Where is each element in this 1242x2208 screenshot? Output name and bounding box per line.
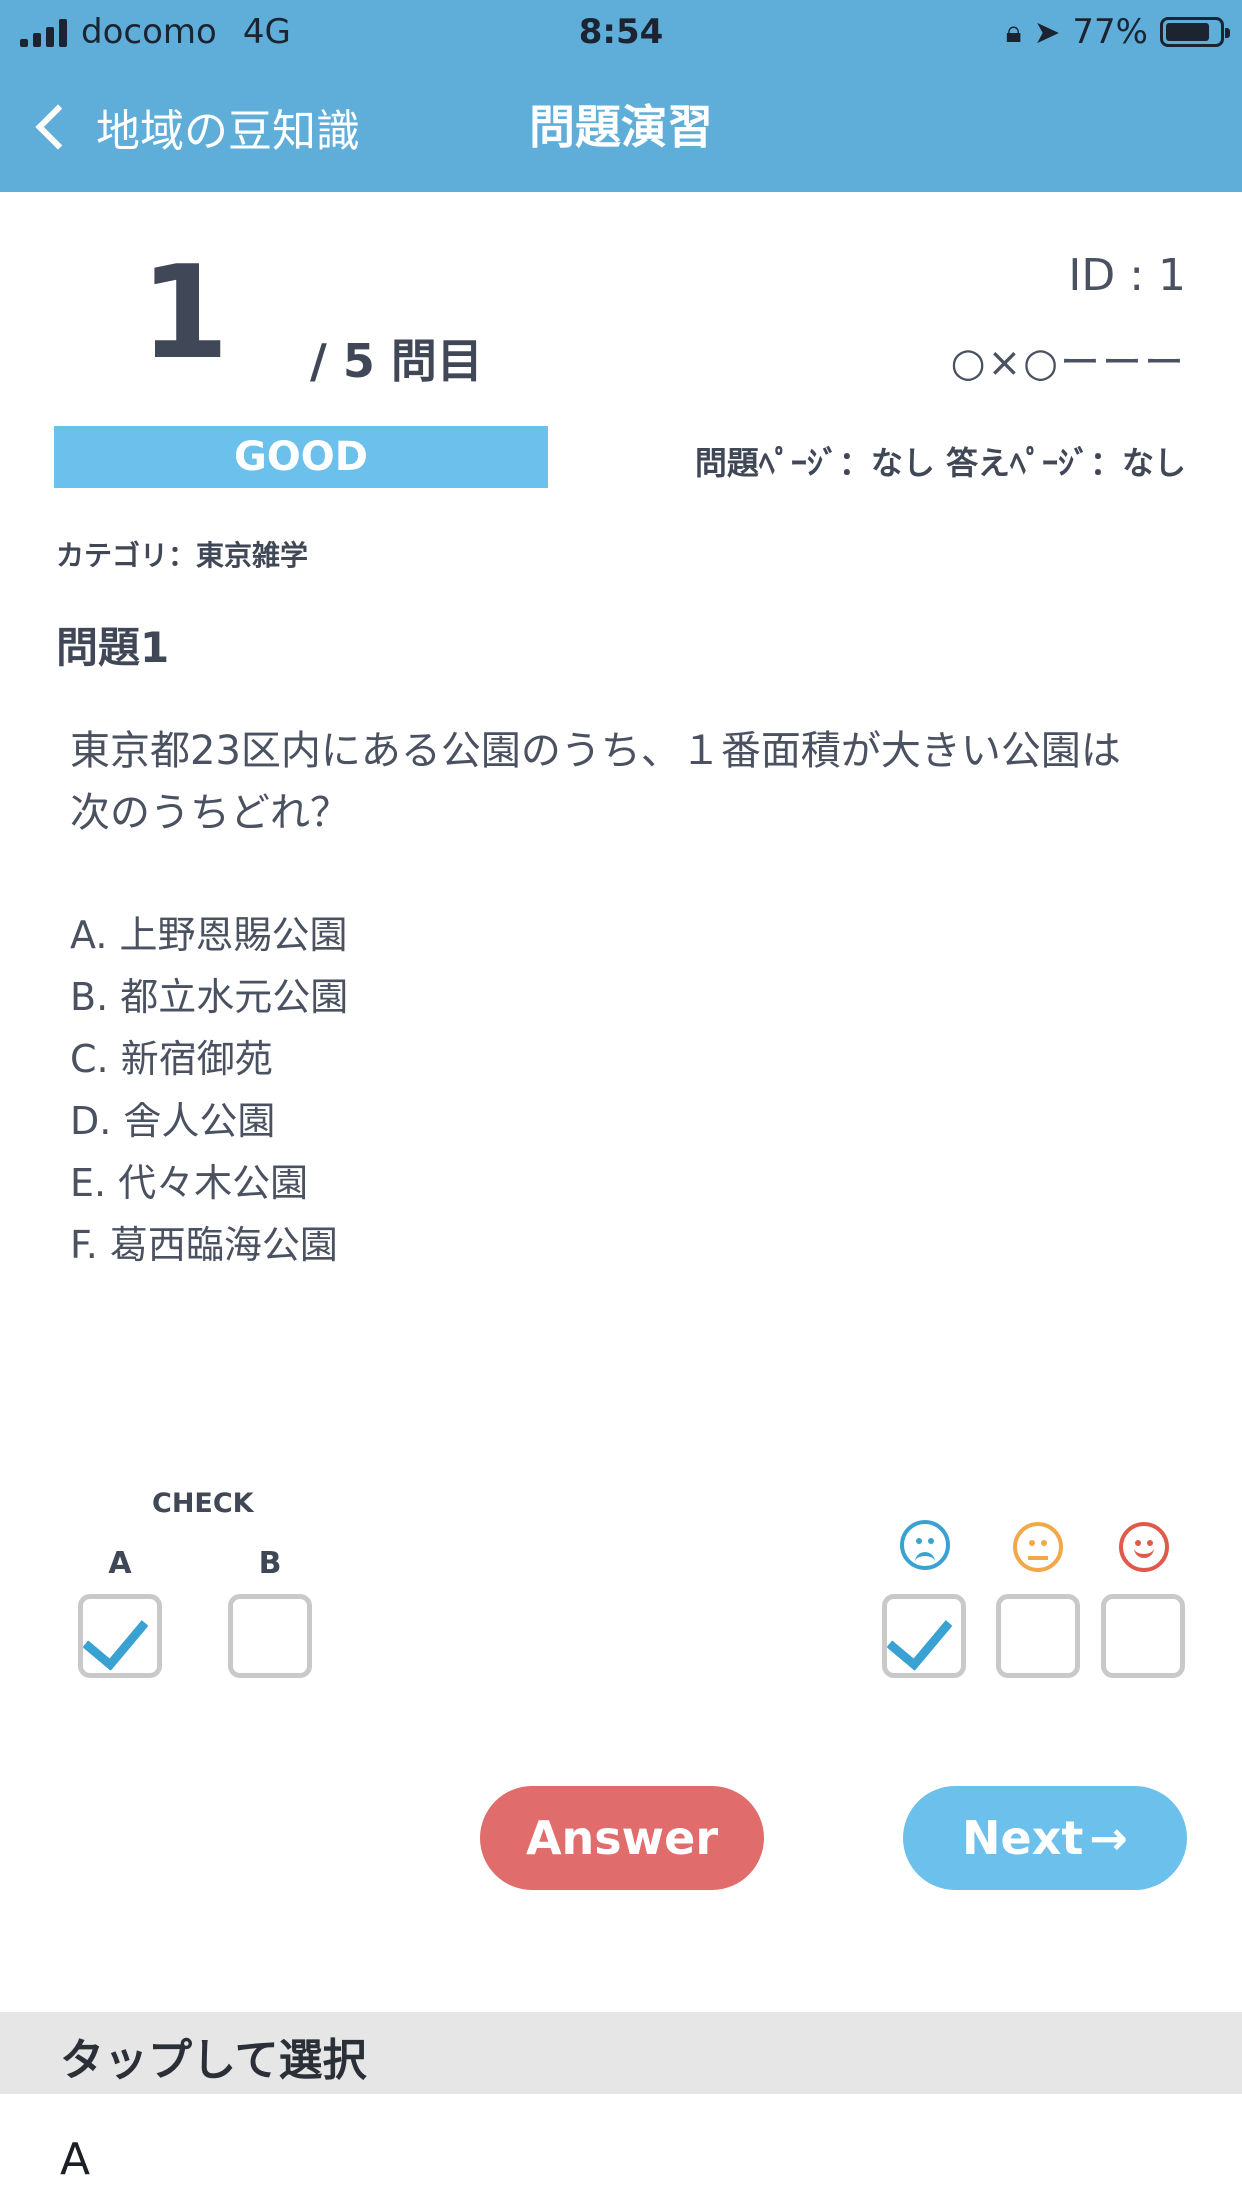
check-heading: CHECK — [152, 1488, 254, 1519]
check-label-a: A — [108, 1546, 132, 1581]
battery-label: 77% — [1072, 12, 1148, 52]
arrow-right-icon: → — [1089, 1811, 1128, 1865]
check-checkbox-b[interactable] — [228, 1594, 312, 1678]
answer-button[interactable]: Answer — [480, 1786, 764, 1890]
check-checkbox-a[interactable] — [78, 1594, 162, 1678]
question-title: 問題1 — [56, 623, 170, 672]
picker-title: タップして選択 — [60, 2035, 367, 2086]
choice-item: F. 葛西臨海公園 — [70, 1223, 338, 1267]
rotation-lock-icon: 🔒︎ — [1005, 14, 1022, 50]
battery-icon — [1160, 17, 1230, 47]
question-number: 1 — [140, 239, 230, 388]
feeling-checkbox-sad[interactable] — [882, 1594, 966, 1678]
status-right: 🔒︎ ➤ 77% — [1005, 10, 1230, 54]
sad-face-icon — [900, 1520, 950, 1570]
question-text-line: 次のうちどれ？ — [70, 790, 350, 836]
next-label: Next — [962, 1811, 1084, 1865]
question-id: ID : 1 — [1068, 250, 1186, 301]
choice-list: A. 上野恩賜公園 B. 都立水元公園 C. 新宿御苑 D. 舎人公園 E. 代… — [70, 904, 348, 1276]
next-button[interactable]: Next → — [903, 1786, 1187, 1890]
choice-item: A. 上野恩賜公園 — [70, 913, 348, 957]
choice-item: E. 代々木公園 — [70, 1161, 309, 1205]
checkmark-icon — [82, 1602, 149, 1671]
question-text: 東京都23区内にある公園のうち、１番面積が大きい公園は 次のうちどれ？ — [70, 720, 1190, 844]
question-text-line: 東京都23区内にある公園のうち、１番面積が大きい公園は — [70, 728, 1121, 774]
page-reference: 問題ﾍﾟｰｼﾞ：なし 答えﾍﾟｰｼﾞ：なし — [694, 444, 1186, 482]
choice-item: B. 都立水元公園 — [70, 975, 349, 1019]
neutral-face-icon — [1013, 1522, 1063, 1572]
page-title: 問題演習 — [529, 100, 713, 154]
location-icon: ➤ — [1033, 13, 1061, 51]
checkmark-icon — [886, 1602, 953, 1671]
rating-badge: GOOD — [54, 426, 548, 488]
picker-option[interactable]: A — [60, 2134, 90, 2185]
check-label-b: B — [258, 1546, 282, 1581]
happy-face-icon — [1119, 1522, 1169, 1572]
choice-item: C. 新宿御苑 — [70, 1037, 273, 1081]
question-total: / 5 問目 — [310, 334, 483, 388]
answer-history: ○×○ーーー — [950, 340, 1186, 386]
feeling-checkbox-happy[interactable] — [1101, 1594, 1185, 1678]
category-label: カテゴリ：東京雑学 — [56, 539, 309, 572]
choice-item: D. 舎人公園 — [70, 1099, 276, 1143]
feeling-checkbox-neutral[interactable] — [996, 1594, 1080, 1678]
